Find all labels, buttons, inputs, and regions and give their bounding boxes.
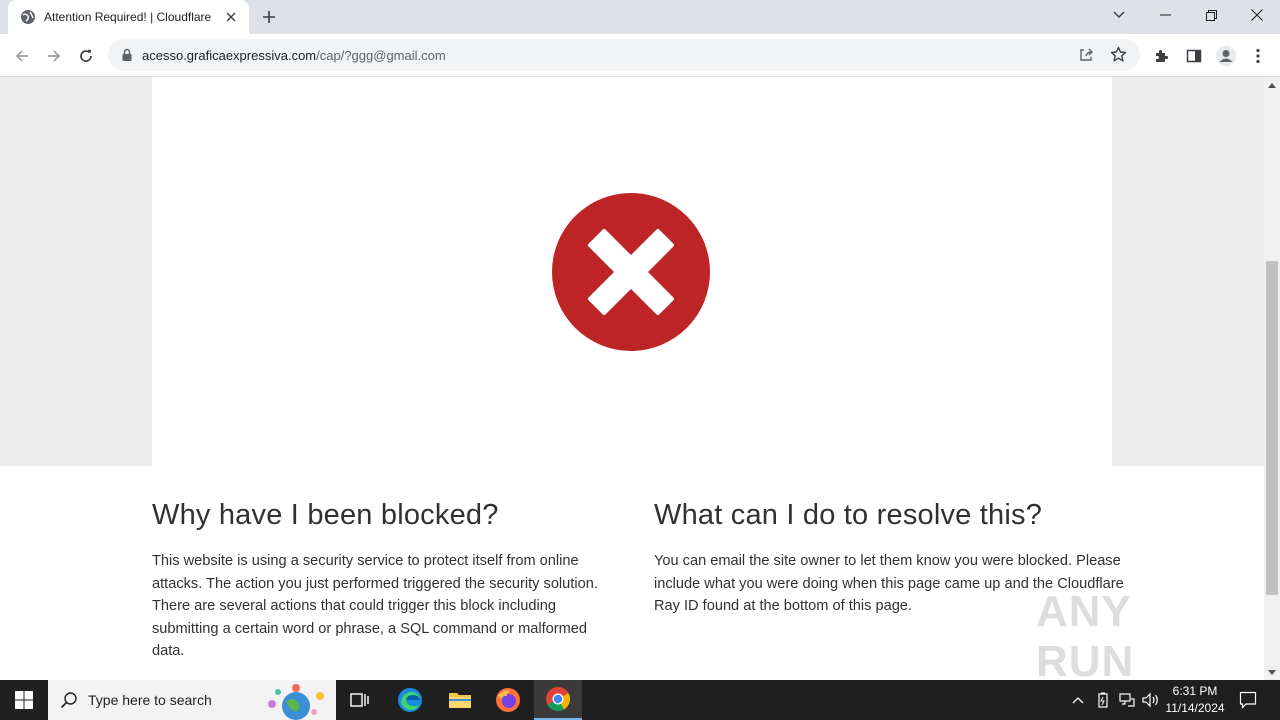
tab-active[interactable]: Attention Required! | Cloudflare: [8, 0, 249, 34]
scroll-thumb[interactable]: [1266, 261, 1278, 595]
search-highlight-icon: [260, 682, 332, 720]
blocked-heading: Why have I been blocked?: [152, 499, 499, 531]
chrome-icon[interactable]: [534, 680, 582, 720]
reload-icon[interactable]: [72, 42, 100, 70]
tab-strip: Attention Required! | Cloudflare: [0, 0, 1280, 34]
tab-search-icon[interactable]: [1096, 0, 1142, 30]
menu-kebab-icon[interactable]: [1244, 42, 1272, 70]
url-text: acesso.graficaexpressiva.com/cap/?ggg@gm…: [142, 48, 446, 63]
volume-icon[interactable]: [1141, 690, 1161, 710]
vertical-scrollbar[interactable]: [1264, 77, 1280, 680]
lock-icon[interactable]: [120, 48, 134, 62]
firefox-icon[interactable]: [484, 680, 532, 720]
side-panel-icon[interactable]: [1180, 42, 1208, 70]
watermark-text: ANY RUN: [1036, 587, 1135, 680]
close-window-button[interactable]: [1234, 0, 1280, 30]
search-icon: [60, 692, 77, 709]
taskbar-clock[interactable]: 6:31 PM 11/14/2024: [1160, 683, 1230, 717]
battery-icon[interactable]: [1093, 690, 1113, 710]
windows-taskbar: Type here to search 6:31 PM 11/14/2024: [0, 680, 1280, 720]
url-path: /cap/?ggg@gmail.com: [316, 47, 446, 63]
notification-icon[interactable]: [1238, 690, 1258, 710]
scroll-up-icon[interactable]: [1264, 77, 1280, 93]
extensions-puzzle-icon[interactable]: [1148, 42, 1176, 70]
tab-title: Attention Required! | Cloudflare: [44, 10, 212, 24]
edge-browser-icon[interactable]: [386, 680, 434, 720]
restore-button[interactable]: [1188, 0, 1234, 30]
anyrun-watermark: ANY RUN: [1036, 587, 1236, 680]
blocked-text: This website is using a security service…: [152, 553, 598, 659]
share-icon[interactable]: [1078, 47, 1094, 63]
windows-logo-icon: [15, 691, 33, 709]
minimize-button[interactable]: [1142, 0, 1188, 30]
close-tab-icon[interactable]: [223, 9, 239, 25]
network-icon[interactable]: [1117, 690, 1137, 710]
address-bar[interactable]: acesso.graficaexpressiva.com/cap/?ggg@gm…: [108, 39, 1140, 71]
chevron-up-icon[interactable]: [1068, 690, 1088, 710]
bookmark-star-icon[interactable]: [1110, 46, 1127, 63]
forward-arrow-icon[interactable]: [40, 42, 68, 70]
file-explorer-icon[interactable]: [436, 680, 484, 720]
start-button[interactable]: [0, 680, 48, 720]
new-tab-button[interactable]: [258, 7, 280, 27]
error-x-icon: [552, 193, 710, 351]
browser-toolbar: acesso.graficaexpressiva.com/cap/?ggg@gm…: [0, 34, 1280, 77]
back-arrow-icon[interactable]: [8, 42, 36, 70]
taskbar-search[interactable]: Type here to search: [48, 680, 336, 720]
clock-date: 11/14/2024: [1165, 701, 1225, 715]
profile-avatar-icon[interactable]: [1212, 42, 1240, 70]
url-host: acesso.graficaexpressiva.com: [142, 47, 317, 63]
clock-time: 6:31 PM: [1172, 684, 1218, 698]
globe-icon: [20, 9, 36, 25]
resolve-heading: What can I do to resolve this?: [654, 499, 1043, 531]
search-placeholder: Type here to search: [88, 692, 212, 708]
page-content: Why have I been blocked? This website is…: [0, 77, 1264, 680]
task-view-icon[interactable]: [336, 680, 384, 720]
scroll-down-icon[interactable]: [1264, 664, 1280, 680]
